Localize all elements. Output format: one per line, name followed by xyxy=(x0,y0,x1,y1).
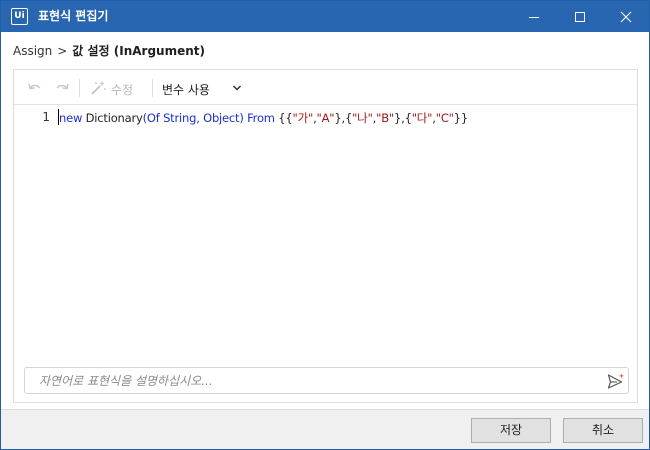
maximize-icon xyxy=(575,12,585,22)
code-token: "C" xyxy=(435,111,454,125)
dialog-footer: 저장 취소 xyxy=(1,409,649,449)
code-line[interactable]: new Dictionary(Of String, Object) From {… xyxy=(59,110,468,126)
prompt-input[interactable] xyxy=(39,372,599,390)
code-token: "A" xyxy=(316,111,335,125)
magic-wand-icon xyxy=(91,81,106,95)
maximize-button[interactable] xyxy=(557,1,603,32)
line-number: 1 xyxy=(42,110,50,124)
breadcrumb-root[interactable]: Assign xyxy=(13,44,52,58)
code-token: "다" xyxy=(411,111,433,125)
use-variables-label: 변수 사용 xyxy=(162,83,210,97)
undo-button[interactable] xyxy=(26,80,44,96)
code-token: {{ xyxy=(274,111,293,125)
save-button[interactable]: 저장 xyxy=(471,418,551,443)
code-token: "나" xyxy=(352,111,373,125)
minimize-icon xyxy=(529,17,539,18)
redo-button[interactable] xyxy=(53,80,71,96)
chevron-down-icon xyxy=(232,85,242,91)
code-token: Dictionary xyxy=(82,111,143,125)
code-token: From xyxy=(243,111,275,125)
code-token: "B" xyxy=(376,111,394,125)
expression-editor-window: Ui 표현식 편집기 Assign > 값 설정 (InArgument) 수정… xyxy=(0,0,650,450)
minimize-button[interactable] xyxy=(511,1,557,32)
title-bar[interactable]: Ui 표현식 편집기 xyxy=(1,1,649,32)
close-icon xyxy=(620,11,632,23)
toolbar-divider xyxy=(152,79,153,97)
send-sparkle-icon xyxy=(607,373,624,389)
send-button[interactable] xyxy=(607,373,625,389)
code-token: },{ xyxy=(334,111,353,125)
code-editor[interactable]: 1 new Dictionary(Of String, Object) From… xyxy=(14,106,637,366)
close-button[interactable] xyxy=(603,1,649,32)
window-title: 표현식 편집기 xyxy=(38,9,109,23)
breadcrumb-current: 값 설정 (InArgument) xyxy=(72,44,205,58)
code-token: "가" xyxy=(292,111,314,125)
uipath-logo-icon: Ui xyxy=(11,8,28,25)
toolbar-divider xyxy=(79,79,80,97)
code-token: }} xyxy=(453,111,468,125)
code-token: },{ xyxy=(394,111,412,125)
code-token: (Of String, Object) xyxy=(142,111,244,125)
expression-editor: 수정 변수 사용 1 new Dictionary(Of String, Obj… xyxy=(13,69,638,403)
redo-icon xyxy=(56,83,69,90)
undo-icon xyxy=(28,83,41,90)
breadcrumb-separator: > xyxy=(57,44,68,58)
breadcrumb: Assign > 값 설정 (InArgument) xyxy=(13,44,205,58)
natural-language-prompt xyxy=(24,367,629,394)
code-token: new xyxy=(59,111,83,125)
fix-label: 수정 xyxy=(111,83,134,97)
editor-toolbar: 수정 변수 사용 xyxy=(14,70,637,105)
cancel-button[interactable]: 취소 xyxy=(563,418,643,443)
